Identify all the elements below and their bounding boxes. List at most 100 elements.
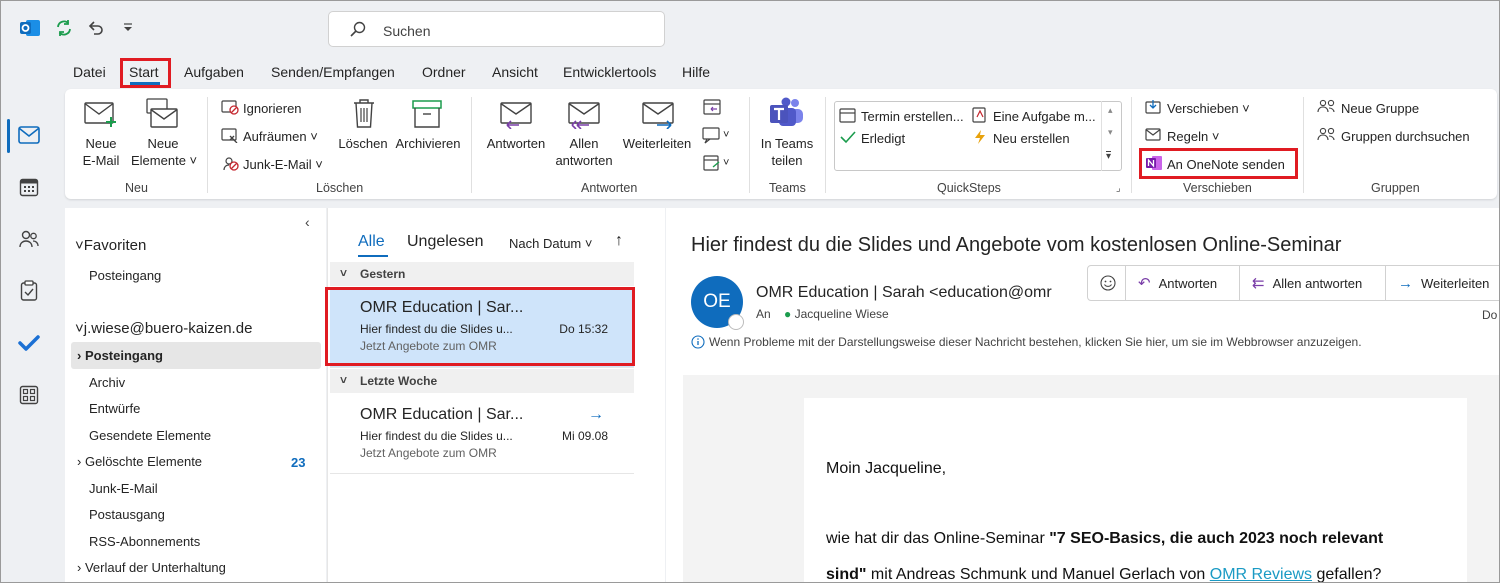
presence-available-icon: ● <box>784 307 792 321</box>
ribbon: Neue E-Mail Neue Elemente ˅ Neu Ignorier… <box>65 89 1497 199</box>
search-placeholder: Suchen <box>383 23 431 39</box>
chat-icon <box>702 127 720 144</box>
im-reply-button[interactable]: ˅ <box>701 125 729 145</box>
junk-email-button[interactable]: Junk-E-Mail ˅ <box>221 155 323 174</box>
body-text: wie hat dir das Online-Seminar <box>826 530 1050 547</box>
collapse-pane-icon[interactable]: ‹ <box>305 214 310 230</box>
more-respond-button[interactable]: ˅ <box>701 153 729 173</box>
account-header[interactable]: ˅j.wiese@buero-kaizen.de <box>75 320 252 337</box>
folder-verlauf[interactable]: › Verlauf der Unterhaltung <box>77 560 226 575</box>
aufraeumen-label: Aufräumen <box>243 129 307 144</box>
calendar-icon[interactable] <box>15 173 43 201</box>
meeting-reply-icon[interactable] <box>701 97 723 120</box>
body-bold-text: sind" <box>826 566 867 583</box>
tab-ansicht[interactable]: Ansicht <box>492 64 538 80</box>
group-label-loeschen: Löschen <box>316 181 364 195</box>
neue-email-label-2: E-Mail <box>82 153 120 168</box>
body-line-2: sind" mit Andreas Schmunk und Manuel Ger… <box>826 566 1381 583</box>
tab-ordner[interactable]: Ordner <box>422 64 466 80</box>
search-box[interactable]: Suchen <box>328 11 665 47</box>
reply-button[interactable]: ↶ Antworten <box>1126 266 1240 300</box>
tasks-icon[interactable] <box>15 277 43 305</box>
mail-icon[interactable] <box>15 121 43 149</box>
omr-reviews-link[interactable]: OMR Reviews <box>1210 566 1312 582</box>
message-actions: ↶ Antworten ⇇ Allen antworten → Weiterle… <box>1087 265 1499 301</box>
app-rail <box>1 57 57 582</box>
reply-all-button[interactable]: ⇇ Allen antworten <box>1240 266 1386 300</box>
display-info-bar[interactable]: Wenn Probleme mit der Darstellungsweise … <box>691 335 1362 349</box>
gruppen-durchsuchen-button[interactable]: Gruppen durchsuchen <box>1317 127 1470 146</box>
tab-aufgaben[interactable]: Aufgaben <box>184 64 244 80</box>
tab-datei[interactable]: Datei <box>73 64 106 80</box>
reading-pane: Hier findest du die Slides und Angebote … <box>666 208 1499 583</box>
quickstep-neu-erstellen[interactable]: Neu erstellen <box>971 129 1070 148</box>
folder-gesendete-elemente[interactable]: Gesendete Elemente <box>89 428 211 443</box>
chevron-down-icon: ˅ <box>306 129 318 144</box>
quickstep-erledigt[interactable]: Erledigt <box>839 129 905 148</box>
undo-icon[interactable] <box>85 17 107 39</box>
folder-label: Gelöschte Elemente <box>84 454 203 469</box>
aufraeumen-button[interactable]: Aufräumen ˅ <box>221 127 318 146</box>
to-name[interactable]: Jacqueline Wiese <box>795 307 889 321</box>
filter-ungelesen[interactable]: Ungelesen <box>407 233 484 251</box>
neue-gruppe-button[interactable]: Neue Gruppe <box>1317 99 1419 118</box>
reply-arrow-icon: ↶ <box>1138 275 1151 292</box>
emoji-reaction-button[interactable] <box>1088 266 1126 300</box>
sort-button[interactable]: Nach Datum ˅ <box>509 236 592 251</box>
allen-antworten-label-2: antworten <box>555 153 613 168</box>
favoriten-header[interactable]: ˅Favoriten <box>75 237 146 254</box>
chevron-down-icon: ˅ <box>75 237 84 254</box>
regeln-button[interactable]: Regeln ˅ <box>1145 127 1219 146</box>
neue-email-label-1: Neue <box>85 136 117 151</box>
weiterleiten-label: Weiterleiten <box>622 136 692 151</box>
more-icon[interactable]: ▾ <box>1106 151 1112 162</box>
info-text: Wenn Probleme mit der Darstellungsweise … <box>709 335 1362 349</box>
folder-archiv[interactable]: Archiv <box>89 375 125 390</box>
tab-hilfe[interactable]: Hilfe <box>682 64 710 80</box>
customize-dropdown-icon[interactable] <box>117 17 139 39</box>
folder-entwuerfe[interactable]: Entwürfe <box>89 401 140 416</box>
verschieben-button[interactable]: Verschieben ˅ <box>1145 99 1250 118</box>
loeschen-label: Löschen <box>338 136 388 151</box>
quickstep-aufgabe[interactable]: Eine Aufgabe m... <box>971 107 1096 126</box>
tab-entwicklertools[interactable]: Entwicklertools <box>563 64 656 80</box>
group-header-letzte-woche[interactable]: ˅ Letzte Woche <box>330 369 634 393</box>
chevron-down-icon: ˅ <box>340 373 348 387</box>
sync-icon[interactable] <box>53 17 75 39</box>
group-header-gestern[interactable]: ˅ Gestern <box>330 262 634 286</box>
scroll-up-icon[interactable]: ▴ <box>1108 105 1113 116</box>
folder-label: Posteingang <box>84 348 163 363</box>
quickstep-termin[interactable]: Termin erstellen... <box>839 107 964 126</box>
neu-erstellen-label: Neu erstellen <box>993 131 1070 146</box>
folder-fav-posteingang[interactable]: Posteingang <box>89 268 161 283</box>
folder-rss-abonnements[interactable]: RSS-Abonnements <box>89 534 200 549</box>
mail-item-2[interactable]: OMR Education | Sar... → Hier findest du… <box>330 396 634 474</box>
reply-all-label: Allen antworten <box>1272 275 1363 291</box>
dialog-launcher-icon[interactable]: ⌟ <box>1116 183 1121 194</box>
folder-posteingang[interactable]: › Posteingang <box>77 348 163 363</box>
filter-alle[interactable]: Alle <box>358 233 385 251</box>
antworten-label: Antworten <box>486 136 546 151</box>
group-label-quicksteps: QuickSteps <box>937 181 1001 195</box>
archivieren-label: Archivieren <box>395 136 461 151</box>
quicksteps-scrollbar[interactable]: ▴ ▾ ▾ <box>1101 101 1122 171</box>
chevron-right-icon: › <box>77 560 82 575</box>
forward-button[interactable]: → Weiterleiten <box>1386 266 1499 300</box>
gruppen-durchsuchen-label: Gruppen durchsuchen <box>1341 129 1470 144</box>
sort-direction-icon[interactable]: ↑ <box>615 232 623 250</box>
mail-subject: Hier findest du die Slides u... <box>360 429 513 443</box>
folder-pane: ‹ ˅Favoriten Posteingang ˅j.wiese@buero-… <box>65 208 326 582</box>
ignorieren-button[interactable]: Ignorieren <box>221 99 302 118</box>
apps-icon[interactable] <box>15 381 43 409</box>
people-icon[interactable] <box>15 225 43 253</box>
folder-junk-email[interactable]: Junk-E-Mail <box>89 481 158 496</box>
folder-geloeschte-elemente[interactable]: › Gelöschte Elemente <box>77 454 202 469</box>
search-icon <box>349 20 367 41</box>
folder-postausgang[interactable]: Postausgang <box>89 507 165 522</box>
chevron-down-icon: ˅ <box>185 153 198 168</box>
message-sender[interactable]: OMR Education | Sarah <education@omr <box>756 284 1056 302</box>
tab-senden-empfangen[interactable]: Senden/Empfangen <box>271 64 395 80</box>
scroll-down-icon[interactable]: ▾ <box>1108 127 1113 138</box>
termin-label: Termin erstellen... <box>861 109 964 124</box>
unread-count-badge: 23 <box>291 455 306 470</box>
